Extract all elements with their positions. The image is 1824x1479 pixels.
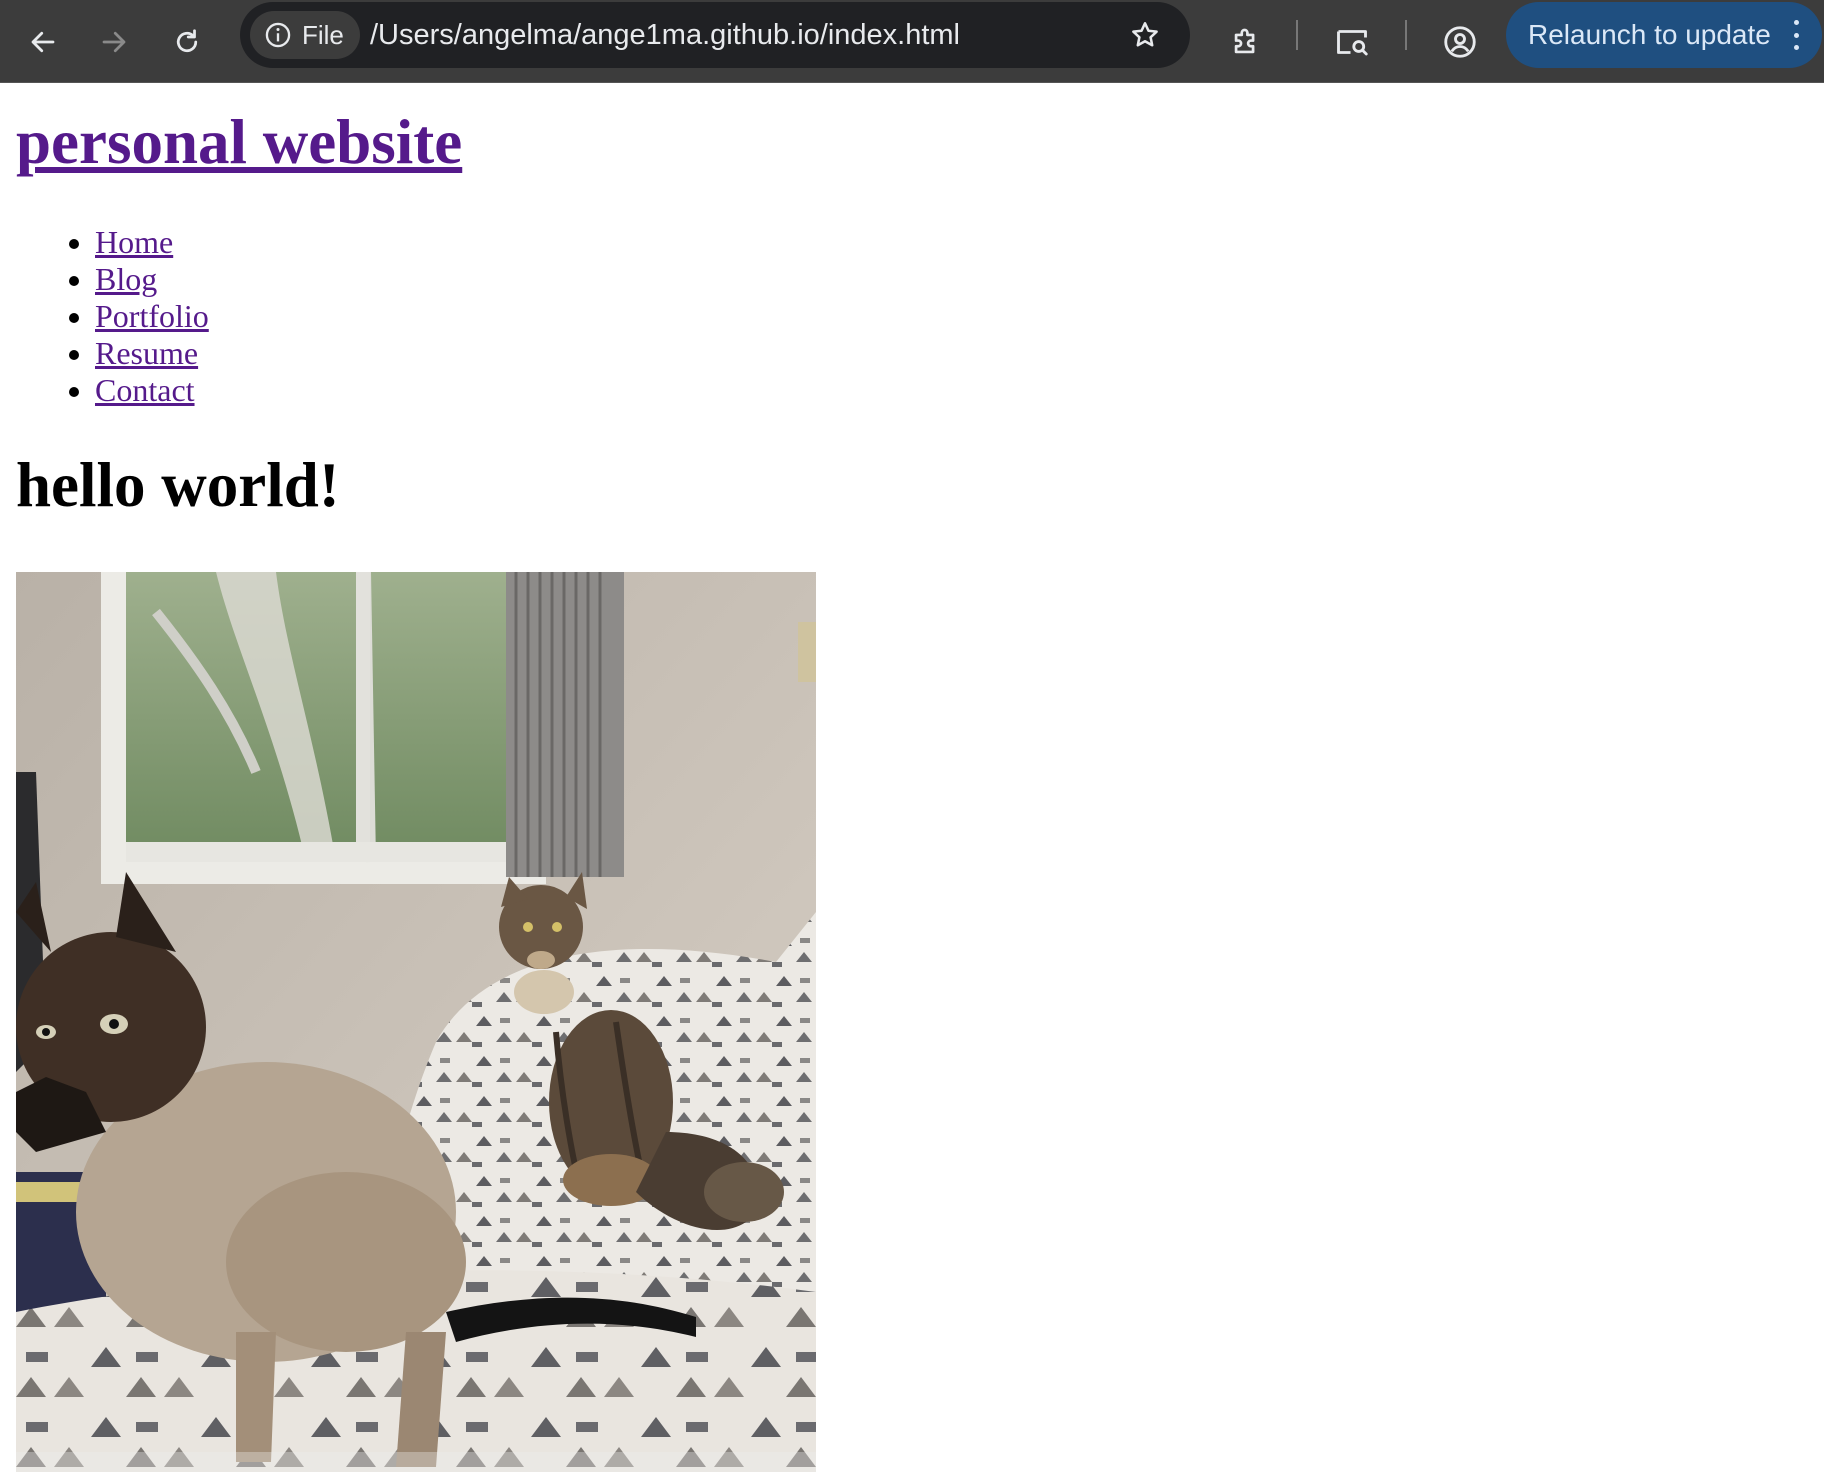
- nav-link-contact[interactable]: Contact: [95, 372, 195, 408]
- relaunch-label: Relaunch to update: [1528, 19, 1771, 50]
- reload-icon: [176, 29, 198, 53]
- nav-item-resume: Resume: [95, 335, 209, 372]
- nav-link-blog[interactable]: Blog: [95, 261, 157, 297]
- kebab-menu-icon[interactable]: [1792, 20, 1800, 50]
- cats-photo: [16, 572, 816, 1472]
- back-button[interactable]: [18, 17, 68, 67]
- arrow-left-icon: [31, 31, 55, 53]
- page-content: personal website Home Blog Portfolio Res…: [0, 83, 1824, 1479]
- reload-button[interactable]: [162, 17, 212, 67]
- address-bar[interactable]: File /Users/angelma/ange1ma.github.io/in…: [240, 2, 1190, 68]
- arrow-right-icon: [102, 31, 126, 53]
- site-info-chip[interactable]: File: [250, 11, 360, 59]
- nav-link-home[interactable]: Home: [95, 224, 173, 260]
- nav-list: Home Blog Portfolio Resume Contact: [0, 224, 209, 409]
- star-icon: [1132, 22, 1158, 47]
- url-text[interactable]: /Users/angelma/ange1ma.github.io/index.h…: [370, 2, 960, 68]
- browser-toolbar: File /Users/angelma/ange1ma.github.io/in…: [0, 0, 1824, 83]
- nav-item-portfolio: Portfolio: [95, 298, 209, 335]
- nav-item-contact: Contact: [95, 372, 209, 409]
- extensions-button[interactable]: [1221, 17, 1271, 67]
- nav-link-portfolio[interactable]: Portfolio: [95, 298, 209, 334]
- toolbar-divider: [1296, 20, 1298, 50]
- nav-link-resume[interactable]: Resume: [95, 335, 198, 371]
- site-title-link[interactable]: personal website: [16, 107, 462, 177]
- puzzle-icon: [1234, 28, 1255, 54]
- page-heading: hello world!: [16, 450, 340, 520]
- forward-button[interactable]: [89, 17, 139, 67]
- toolbar-divider: [1405, 20, 1407, 50]
- nav-item-blog: Blog: [95, 261, 209, 298]
- site-title: personal website: [16, 107, 462, 177]
- profile-button[interactable]: [1435, 17, 1485, 67]
- profile-icon: [1444, 26, 1476, 58]
- tab-search-icon: [1337, 30, 1368, 56]
- cats-photo-illustration: [16, 572, 816, 1472]
- relaunch-button[interactable]: Relaunch to update: [1506, 2, 1822, 68]
- nav-item-home: Home: [95, 224, 209, 261]
- info-icon: [265, 22, 291, 48]
- tab-search-button[interactable]: [1327, 17, 1377, 67]
- site-chip-label: File: [302, 19, 344, 50]
- bookmark-button[interactable]: [1120, 10, 1170, 60]
